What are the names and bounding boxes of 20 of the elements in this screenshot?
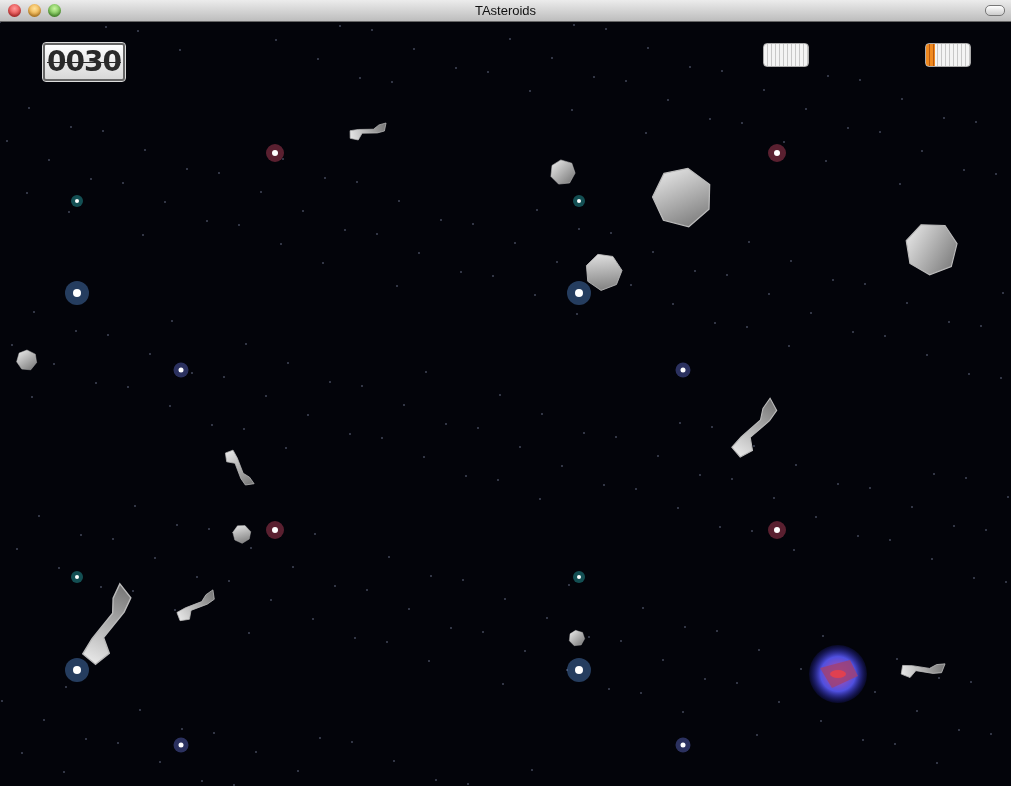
score-counter: 0030: [43, 43, 125, 81]
asteroid-icon: [225, 449, 255, 486]
asteroid-icon: [900, 663, 946, 678]
zoom-button[interactable]: [48, 4, 61, 17]
asteroid-icon: [550, 159, 576, 185]
close-button[interactable]: [8, 4, 21, 17]
asteroid-icon: [81, 582, 132, 666]
asteroid-icon: [586, 253, 623, 291]
asteroid-icon: [232, 525, 251, 544]
spaceship-icon: [809, 645, 867, 703]
window-title: TAsteroids: [473, 3, 538, 18]
toolbar-toggle-button[interactable]: [985, 5, 1005, 16]
asteroid-icon: [905, 224, 958, 276]
asteroid-icon: [349, 122, 387, 141]
asteroid-icon: [651, 167, 711, 228]
asteroid-icon: [731, 397, 778, 458]
asteroid-icon: [16, 349, 37, 371]
asteroid-icon: [176, 589, 215, 621]
asteroid-icon: [569, 630, 585, 646]
minimize-button[interactable]: [28, 4, 41, 17]
